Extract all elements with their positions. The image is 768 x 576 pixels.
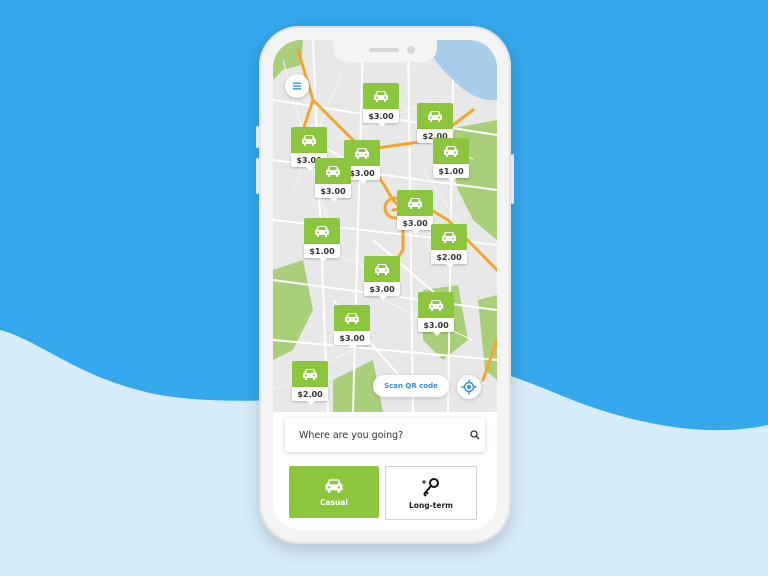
- casual-option-label: Casual: [319, 498, 348, 507]
- car-icon: [315, 226, 329, 237]
- car-icon: [375, 264, 389, 275]
- parking-price-pin[interactable]: $2.00: [292, 361, 328, 405]
- parking-price-pin[interactable]: $1.00: [433, 138, 469, 182]
- phone-screen: $3.00 $2.00 $3.00 $3.00 $1.00 $3.00 $3.0…: [273, 40, 497, 530]
- parking-price-pin[interactable]: $3.00: [364, 256, 400, 300]
- car-icon: [429, 300, 443, 311]
- parking-price-pin[interactable]: $1.00: [304, 218, 340, 262]
- menu-button[interactable]: [285, 74, 309, 98]
- pin-price: $2.00: [292, 387, 328, 401]
- car-icon: [325, 479, 343, 493]
- car-icon: [444, 146, 458, 157]
- long-term-option-label: Long-term: [409, 500, 453, 510]
- key-icon: [422, 477, 439, 497]
- destination-search[interactable]: Where are you going?: [285, 418, 485, 452]
- parking-price-pin[interactable]: $3.00: [363, 83, 399, 127]
- pin-price: $3.00: [315, 184, 351, 198]
- pin-price: $3.00: [363, 109, 399, 123]
- car-icon: [374, 91, 388, 102]
- parking-price-pin[interactable]: $2.00: [431, 224, 467, 268]
- front-camera: [407, 46, 415, 54]
- hamburger-menu-icon: [293, 82, 301, 90]
- phone-side-button-left: [256, 158, 259, 194]
- parking-price-pin[interactable]: $3.00: [397, 190, 433, 234]
- pin-price: $2.00: [431, 250, 467, 264]
- phone-side-button-right: [511, 154, 514, 204]
- casual-option-button[interactable]: Casual: [289, 466, 379, 518]
- car-icon: [303, 369, 317, 380]
- phone-notch: [333, 40, 437, 62]
- car-icon: [345, 313, 359, 324]
- search-icon[interactable]: [465, 430, 485, 440]
- phone-frame: $3.00 $2.00 $3.00 $3.00 $1.00 $3.00 $3.0…: [256, 26, 514, 544]
- parking-price-pin[interactable]: $3.00: [315, 158, 351, 202]
- parking-price-pin[interactable]: $3.00: [418, 292, 454, 336]
- car-icon: [326, 166, 340, 177]
- car-icon: [428, 111, 442, 122]
- car-icon: [442, 232, 456, 243]
- pin-price: $3.00: [418, 318, 454, 332]
- car-icon: [302, 135, 316, 146]
- pin-price: $3.00: [334, 331, 370, 345]
- pin-price: $3.00: [364, 282, 400, 296]
- pin-price: $1.00: [433, 164, 469, 178]
- pin-price: $3.00: [397, 216, 433, 230]
- search-input[interactable]: Where are you going?: [299, 430, 465, 441]
- speaker-grille: [369, 48, 399, 52]
- scan-qr-button[interactable]: Scan QR code: [373, 375, 449, 397]
- pin-price: $1.00: [304, 244, 340, 258]
- car-icon: [355, 148, 369, 159]
- parking-price-pin[interactable]: $2.00: [417, 103, 453, 147]
- parking-price-pin[interactable]: $3.00: [334, 305, 370, 349]
- phone-side-button-left: [256, 126, 259, 148]
- long-term-option-button[interactable]: Long-term: [385, 466, 477, 520]
- locate-me-button[interactable]: [457, 375, 481, 399]
- crosshair-location-icon: [461, 379, 477, 395]
- car-icon: [408, 198, 422, 209]
